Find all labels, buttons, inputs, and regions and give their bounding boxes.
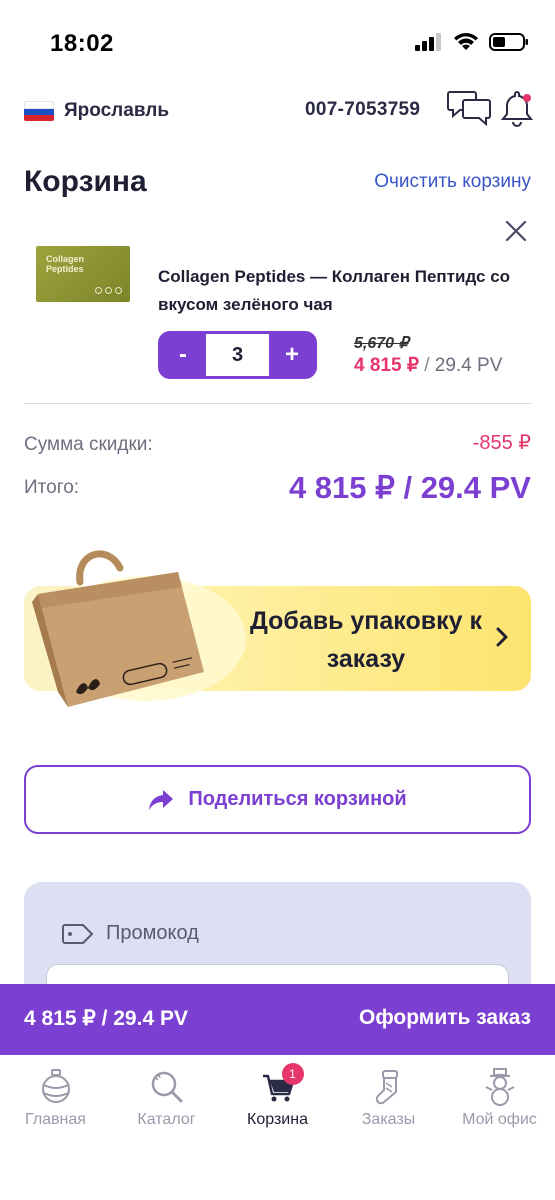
product-image[interactable]: Collagen Peptides xyxy=(36,246,130,302)
share-cart-label: Поделиться корзиной xyxy=(188,788,407,810)
search-icon xyxy=(151,1071,182,1103)
bottom-nav: Главная Каталог 1 Корзина Заказы Мой офи… xyxy=(0,1055,555,1200)
city-selector[interactable]: Ярославль xyxy=(24,100,169,122)
city-name: Ярославль xyxy=(64,100,170,121)
add-package-text: Добавь упаковку к заказу xyxy=(249,607,483,673)
old-price: 5,670 ₽ xyxy=(354,335,409,352)
nav-item-office[interactable]: Мой офис xyxy=(444,1067,555,1129)
item-price: 4 815 ₽ xyxy=(354,355,419,376)
product-image-text: Collagen Peptides xyxy=(46,254,85,274)
header: Ярославль 007-7053759 xyxy=(0,88,555,136)
nav-label-home: Главная xyxy=(25,1111,86,1128)
nav-label-catalog: Каталог xyxy=(137,1111,196,1128)
quantity-value[interactable]: 3 xyxy=(206,344,269,367)
quantity-stepper: - 3 + xyxy=(158,331,317,379)
nav-label-office: Мой офис xyxy=(462,1111,537,1128)
ornament-icon xyxy=(41,1069,70,1103)
status-icons xyxy=(415,32,529,52)
increase-quantity-button[interactable]: + xyxy=(269,334,315,376)
nav-item-orders[interactable]: Заказы xyxy=(333,1067,444,1129)
price-separator: / xyxy=(418,355,435,376)
chevron-right-icon xyxy=(496,627,508,647)
product-name[interactable]: Collagen Peptides — Коллаген Пептидс со … xyxy=(158,263,538,319)
nav-label-orders: Заказы xyxy=(361,1111,416,1128)
chat-icon[interactable] xyxy=(447,88,493,128)
close-icon[interactable] xyxy=(505,220,527,242)
decrease-quantity-button[interactable]: - xyxy=(160,334,206,376)
discount-label: Сумма скидки: xyxy=(24,434,153,455)
item-pv: 29.4 PV xyxy=(434,355,503,376)
stocking-icon xyxy=(375,1070,398,1105)
nav-label-cart: Корзина xyxy=(247,1111,308,1128)
divider xyxy=(24,403,531,404)
status-time: 18:02 xyxy=(50,30,114,57)
promo-label: Промокод xyxy=(106,922,199,944)
total-value: 4 815 ₽ / 29.4 PV xyxy=(288,470,531,505)
share-arrow-icon xyxy=(149,789,174,810)
phone-number[interactable]: 007-7053759 xyxy=(305,99,420,121)
snowman-icon xyxy=(485,1068,514,1106)
discount-value: -855 ₽ xyxy=(472,432,531,454)
price-line: 4 815 ₽ / 29.4 PV xyxy=(354,354,502,377)
status-bar: 18:02 xyxy=(0,0,555,88)
bell-icon[interactable] xyxy=(500,90,534,130)
russia-flag-icon xyxy=(24,101,54,121)
signal-icon xyxy=(415,33,441,51)
cart-badge: 1 xyxy=(281,1063,304,1085)
checkout-total: 4 815 ₽ / 29.4 PV xyxy=(24,1007,188,1030)
wifi-icon xyxy=(454,33,478,50)
total-label: Итого: xyxy=(24,477,80,498)
clear-cart-link[interactable]: Очистить корзину xyxy=(374,171,531,193)
checkout-button[interactable]: Оформить заказ xyxy=(359,1006,531,1030)
page-title: Корзина xyxy=(24,165,147,198)
share-cart-button[interactable]: Поделиться корзиной xyxy=(24,765,531,834)
battery-icon xyxy=(489,33,528,51)
nav-item-catalog[interactable]: Каталог xyxy=(111,1067,222,1129)
paper-bag-image xyxy=(32,550,204,707)
checkout-bar: 4 815 ₽ / 29.4 PV Оформить заказ xyxy=(0,984,555,1055)
nav-item-cart[interactable]: 1 Корзина xyxy=(222,1063,333,1129)
tag-icon xyxy=(62,923,94,944)
nav-item-home[interactable]: Главная xyxy=(0,1067,111,1129)
